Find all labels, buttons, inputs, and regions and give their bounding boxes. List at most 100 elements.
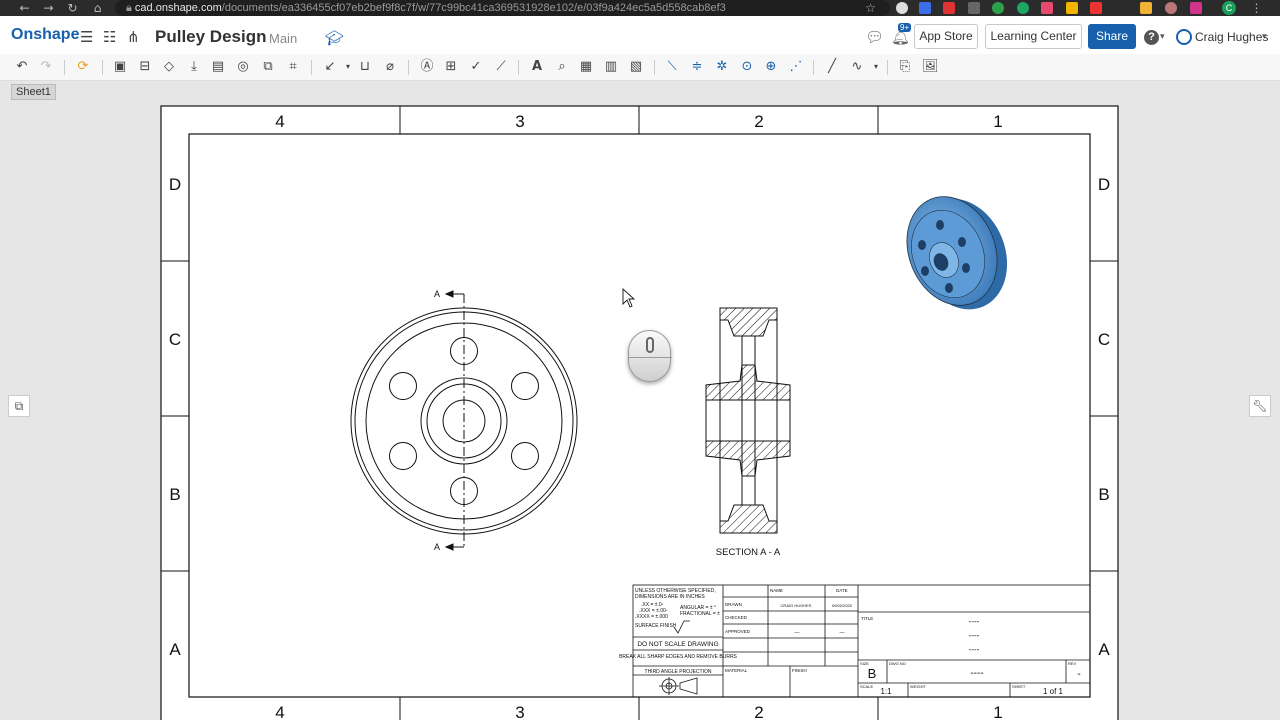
forward-icon[interactable]: →: [36, 1, 61, 15]
broken-out-section-icon[interactable]: ▤: [210, 59, 226, 75]
rev-value[interactable]: -: [1077, 669, 1080, 680]
cookie-extension-icon[interactable]: [1165, 2, 1177, 14]
crop-view-icon[interactable]: ⌗: [285, 59, 301, 75]
tolerance-note: FRACTIONAL = ±: [680, 611, 720, 617]
chevron-down-icon[interactable]: ▾: [868, 59, 884, 75]
centerline-edges-icon[interactable]: ≑: [689, 59, 705, 75]
sheet-value[interactable]: 1 of 1: [1043, 687, 1064, 696]
scale-value[interactable]: 1:1: [880, 687, 892, 696]
geometric-tolerance-icon[interactable]: ⊞: [443, 59, 459, 75]
title-value[interactable]: ----: [969, 645, 980, 654]
dimension-icon[interactable]: ↙: [322, 59, 338, 75]
auxiliary-view-icon[interactable]: ◇: [161, 59, 177, 75]
extension-icon[interactable]: [919, 2, 931, 14]
surface-finish-icon[interactable]: ✓: [468, 59, 484, 75]
cutting-plane-label: A: [434, 289, 440, 299]
insert-view-icon[interactable]: ▣: [112, 59, 128, 75]
checked-label: CHECKED: [725, 615, 748, 620]
views-panel-icon[interactable]: ⧉: [8, 395, 30, 417]
chamfer-dimension-icon[interactable]: ⌀: [382, 59, 398, 75]
drawn-date[interactable]: 09/02/2020: [832, 603, 853, 608]
lock-extension-icon[interactable]: [968, 2, 980, 14]
thumbs-up-extension-icon[interactable]: [1140, 2, 1152, 14]
share-button[interactable]: Share: [1088, 24, 1136, 49]
mouse-cursor-icon: [622, 287, 636, 308]
bom-table-icon[interactable]: ▥: [603, 59, 619, 75]
user-name[interactable]: Craig Hughes: [1195, 30, 1268, 44]
line-icon[interactable]: ╱: [824, 59, 840, 75]
thread-icon[interactable]: ⋰: [788, 59, 804, 75]
date-label: DATE: [836, 588, 848, 593]
projected-view-icon[interactable]: ⊟: [137, 59, 153, 75]
approved-name[interactable]: —: [795, 630, 800, 636]
address-bar[interactable]: 🔒︎ cad.onshape.com/documents/ea336455cf0…: [115, 0, 890, 16]
zone-col-label: 1: [993, 703, 1002, 720]
break-view-icon[interactable]: ⧉: [260, 59, 276, 75]
weld-symbol-icon[interactable]: ⟋: [493, 59, 509, 75]
grammarly-extension-icon[interactable]: [1017, 2, 1029, 14]
title-value[interactable]: ----: [969, 617, 980, 626]
drive-extension-icon[interactable]: [1066, 2, 1078, 14]
hole-table-icon[interactable]: ▧: [628, 59, 644, 75]
insert-dxf-icon[interactable]: ⎘: [897, 59, 913, 75]
section-view: [705, 307, 791, 534]
flag-extension-icon[interactable]: [1090, 2, 1102, 14]
undo-icon[interactable]: ↶: [14, 59, 30, 75]
text-icon[interactable]: A: [529, 59, 545, 75]
onshape-logo[interactable]: Onshape: [11, 26, 79, 44]
notification-badge: 9+: [898, 23, 912, 32]
properties-wrench-icon[interactable]: 🔧︎: [1249, 395, 1271, 417]
centermark-icon[interactable]: ⊕: [763, 59, 779, 75]
user-menu-chevron-icon[interactable]: ▾: [1262, 31, 1267, 42]
sheet-paper: [160, 105, 1119, 720]
bookmark-star-icon[interactable]: ☆: [858, 1, 883, 15]
document-title[interactable]: Pulley Design: [155, 27, 266, 47]
redo-icon[interactable]: ↷: [38, 59, 54, 75]
user-avatar-icon[interactable]: [1176, 29, 1192, 45]
extension-icon[interactable]: [1041, 2, 1053, 14]
profile-avatar[interactable]: C: [1222, 1, 1236, 15]
bolt-circle-icon[interactable]: ✲: [714, 59, 730, 75]
mouse-wheel-icon: [646, 337, 654, 353]
tab-sheet1[interactable]: Sheet1: [11, 84, 56, 100]
callout-icon[interactable]: ⌕: [554, 59, 570, 75]
centerline-icon[interactable]: ⟍: [664, 59, 680, 75]
zone-col-label: 3: [515, 112, 524, 131]
app-store-button[interactable]: App Store: [914, 24, 978, 49]
url-path: /documents/ea336455cf07eb2bef9f8c7f/w/77…: [221, 2, 726, 14]
reload-icon[interactable]: ↻: [60, 1, 85, 15]
feature-list-icon[interactable]: ☷: [103, 28, 116, 46]
table-icon[interactable]: ▦: [578, 59, 594, 75]
comments-icon[interactable]: 💬︎: [865, 28, 884, 46]
spline-icon[interactable]: ∿: [849, 59, 865, 75]
size-value[interactable]: B: [868, 666, 877, 681]
title-value[interactable]: ----: [969, 631, 980, 640]
hamburger-menu-icon[interactable]: ☰: [80, 28, 93, 46]
back-icon[interactable]: ←: [12, 1, 37, 15]
home-icon[interactable]: ⌂: [85, 1, 110, 15]
learning-center-button[interactable]: Learning Center: [985, 24, 1082, 49]
drawn-name[interactable]: CRAIG HUGHES: [781, 603, 812, 608]
instance-list-icon[interactable]: ⋔: [127, 28, 140, 46]
approved-date[interactable]: —: [840, 630, 845, 636]
chevron-down-icon[interactable]: ▾: [340, 59, 356, 75]
detail-view-icon[interactable]: ◎: [235, 59, 251, 75]
insert-image-icon[interactable]: 🖼︎: [922, 59, 939, 75]
help-icon[interactable]: ?: [1144, 30, 1159, 45]
map-pin-extension-icon[interactable]: [992, 2, 1004, 14]
update-icon[interactable]: ⟳: [75, 59, 91, 75]
education-cap-icon[interactable]: 🎓︎: [325, 29, 344, 47]
play-extension-icon[interactable]: [1190, 2, 1202, 14]
branch-name[interactable]: Main: [269, 31, 297, 46]
more-menu-icon[interactable]: ⋮: [1244, 1, 1269, 15]
dwg-no-value[interactable]: ----: [970, 668, 983, 679]
toolbar-divider: [813, 60, 814, 75]
pdf-extension-icon[interactable]: [943, 2, 955, 14]
ordinate-dimension-icon[interactable]: ⊔: [357, 59, 373, 75]
rev-label: REV: [1068, 661, 1077, 666]
note-icon[interactable]: Ⓐ: [419, 59, 435, 75]
extension-icon[interactable]: [896, 2, 908, 14]
centermark-circle-icon[interactable]: ⊙: [739, 59, 755, 75]
chevron-down-icon[interactable]: ▾: [1160, 31, 1165, 42]
section-view-icon[interactable]: ⤓: [186, 59, 202, 75]
